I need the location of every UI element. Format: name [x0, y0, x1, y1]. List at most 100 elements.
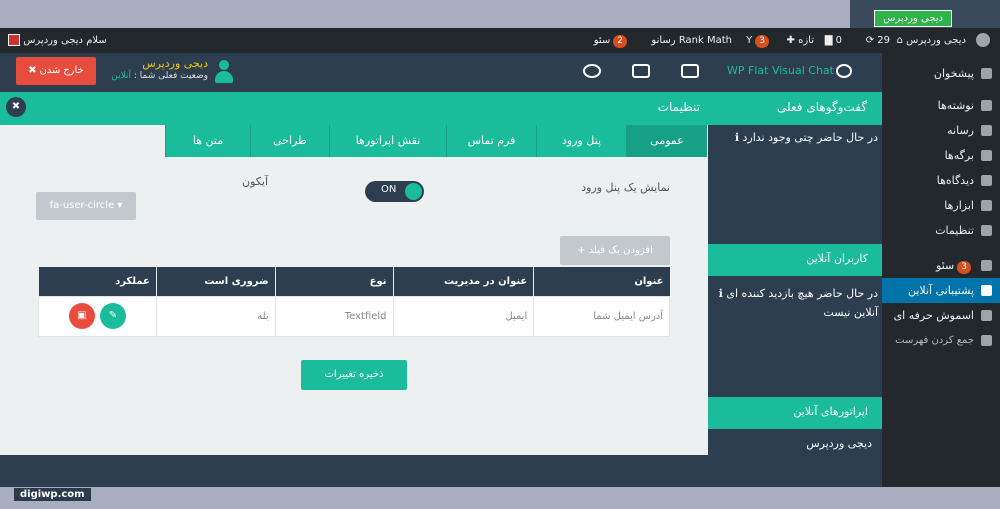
sidebar-item-smush[interactable]: اسموش حرفه ای — [882, 303, 1000, 328]
media-icon — [981, 125, 992, 136]
sidebar-item-collapse[interactable]: جمع کردن فهرست — [882, 328, 1000, 353]
seo-label: رسانو — [651, 35, 676, 46]
comment-icon: ▇ — [824, 35, 836, 46]
site-name-item[interactable]: ⌂ دیجی وردپرس — [897, 28, 966, 53]
chat-bubble-icon — [836, 64, 852, 78]
sidebar-item-seo[interactable]: سئو 3 — [882, 253, 1000, 278]
icon-select[interactable]: fa-user-circle ▾ — [36, 192, 136, 220]
sidebar-label: برگه‌ها — [944, 149, 974, 162]
yoast-icon: Y — [746, 35, 753, 46]
logout-button[interactable]: ✖ خارج شدن — [16, 57, 96, 85]
cell-admin-title: ایمیل — [392, 295, 535, 337]
add-field-button[interactable]: + افزودن یک فیلد — [560, 236, 670, 265]
sidebar-label: دیدگاه‌ها — [936, 174, 974, 187]
wrench-icon — [981, 200, 992, 211]
col-actions: عملکرد — [38, 267, 157, 296]
sidebar-item-posts[interactable]: نوشته‌ها — [882, 93, 1000, 118]
yoast-item[interactable]: Y3 — [746, 28, 772, 53]
cell-type: Textfield — [274, 295, 394, 337]
tab-general[interactable]: عمومی — [626, 125, 707, 157]
yoast-badge: 3 — [755, 35, 769, 48]
new-label: تازه — [798, 35, 814, 46]
sidebar-label: نوشته‌ها — [937, 99, 974, 112]
status-value: آنلاین — [111, 71, 132, 81]
sidebar-label: جمع کردن فهرست — [895, 335, 974, 346]
col-required: ضروری است — [155, 267, 276, 296]
comments-item[interactable]: ▇ 0 — [825, 28, 842, 53]
icon-label: آیکون — [242, 175, 268, 188]
seo2-label: سئو — [593, 35, 611, 46]
chat-icon — [981, 285, 992, 296]
online-operators-title: اپراتورهای آنلاین — [793, 405, 868, 418]
pin-icon — [981, 100, 992, 111]
col-title: عنوان — [533, 267, 670, 296]
sidebar-item-online-support[interactable]: پشتیبانی آنلاین — [882, 278, 1000, 303]
sidebar-label: تنظیمات — [935, 224, 974, 237]
cogs-icon[interactable] — [583, 64, 601, 78]
outer-frame-top — [0, 0, 1000, 28]
plus-icon: ✚ — [786, 35, 799, 46]
delete-button[interactable]: ▣ — [68, 303, 95, 329]
toggle-knob — [405, 183, 422, 200]
save-changes-button[interactable]: ذخیره تغییرات — [301, 360, 407, 390]
no-chat-message: ℹ در حال حاضر چتی وجود ندارد — [734, 131, 878, 144]
sidebar-item-settings[interactable]: تنظیمات — [882, 218, 1000, 243]
show-login-panel-label: نمایش یک پنل ورود — [581, 181, 670, 194]
login-panel-toggle[interactable]: ON — [365, 181, 424, 202]
toggle-state: ON — [381, 184, 397, 195]
online-users-title: کاربران آنلاین — [806, 252, 868, 265]
trash-icon: ▣ — [77, 310, 87, 321]
wp-logo-item[interactable] — [976, 28, 990, 53]
rankmath-item[interactable]: رسانو Rank Math — [651, 28, 732, 53]
dashboard-icon — [981, 68, 992, 79]
sidebar-label: ابزارها — [944, 199, 974, 212]
sidebar-item-comments[interactable]: دیدگاه‌ها — [882, 168, 1000, 193]
sidebar-item-pages[interactable]: برگه‌ها — [882, 143, 1000, 168]
cell-actions: ✎ ▣ — [38, 295, 157, 337]
lower-panel — [0, 455, 882, 487]
seo-item[interactable]: سئو 2 — [594, 28, 630, 53]
keyboard-icon[interactable] — [632, 64, 650, 78]
cell-title: آدرس ایمیل شما — [533, 295, 670, 337]
comments-count: 0 — [835, 35, 842, 46]
tab-operator-roles[interactable]: نقش اپراتورها — [329, 125, 446, 157]
operator-name[interactable]: دیجی وردپرس — [720, 437, 872, 450]
tab-design[interactable]: طراحی — [250, 125, 329, 157]
current-chats-title: گفت‌وگوهای فعلی — [777, 100, 867, 114]
tab-texts[interactable]: متن ها — [165, 125, 250, 157]
user-avatar-icon — [214, 60, 234, 84]
collapse-icon — [981, 335, 992, 346]
pencil-icon: ✎ — [108, 310, 118, 321]
rankmath-label: Rank Math — [678, 35, 732, 46]
admin-sidebar: پیشخوان نوشته‌ها رسانه برگه‌ها دیدگاه‌ها… — [882, 53, 1000, 487]
sidebar-item-dashboard[interactable]: پیشخوان — [882, 61, 1000, 86]
site-name: دیجی وردپرس — [906, 35, 966, 46]
plugin-brand: WP Flat Visual Chat — [727, 64, 834, 77]
tab-login-panel[interactable]: پنل ورود — [536, 125, 626, 157]
sidebar-label: پشتیبانی آنلاین — [907, 284, 974, 297]
book-icon[interactable] — [681, 64, 699, 78]
tab-contact-form[interactable]: فرم تماس — [446, 125, 536, 157]
watermark-url: digiwp.com — [14, 488, 91, 501]
sidebar-label: اسموش حرفه ای — [893, 309, 974, 322]
comments-icon — [981, 175, 992, 186]
updates-item[interactable]: ⟳ 29 — [866, 28, 890, 53]
outer-frame-bottom — [0, 487, 1000, 509]
user-name: دیجی وردپرس — [142, 57, 208, 70]
edit-button[interactable]: ✎ — [100, 303, 127, 329]
close-button[interactable]: ✖ — [6, 97, 26, 117]
sidebar-item-tools[interactable]: ابزارها — [882, 193, 1000, 218]
sidebar-item-media[interactable]: رسانه — [882, 118, 1000, 143]
settings-title: تنظیمات — [657, 100, 700, 114]
table-row: آدرس ایمیل شما ایمیل Textfield بله ✎ ▣ — [38, 295, 670, 337]
wp-admin-bar: ⌂ دیجی وردپرس ⟳ 29 ▇ 0 ✚ تازه Y3 رسانو R… — [0, 28, 1000, 53]
my-account-item[interactable]: سلام دیجی وردپرس — [8, 28, 107, 53]
cell-required: بله — [155, 295, 276, 337]
seo-badge: 3 — [957, 261, 971, 274]
greeting: سلام دیجی وردپرس — [23, 35, 107, 46]
new-content-item[interactable]: ✚ تازه — [787, 28, 814, 53]
sidebar-label: رسانه — [947, 124, 974, 137]
col-admin-title: عنوان در مدیریت — [392, 267, 534, 296]
yoast-icon — [981, 260, 992, 271]
smush-icon — [981, 310, 992, 321]
